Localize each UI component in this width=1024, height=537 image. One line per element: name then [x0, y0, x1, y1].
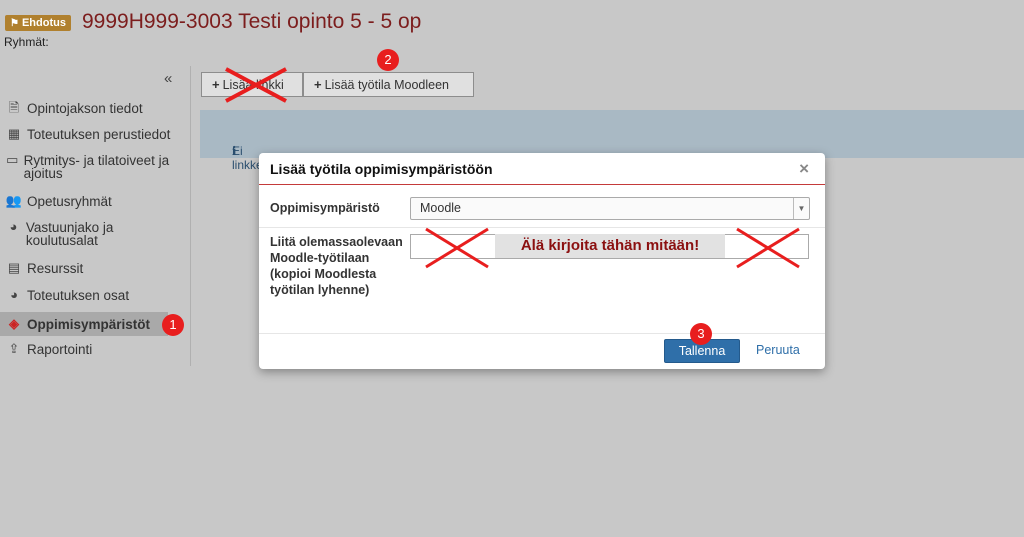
sidebar-item-opetusryhmat[interactable]: 👥 Opetusryhmät [0, 193, 180, 209]
calendar-grid-icon: ▤ [7, 260, 21, 275]
plus-icon: + [212, 77, 220, 92]
cross-out-mark [425, 227, 489, 269]
sidebar-item-toteutuksen-perustiedot[interactable]: ▦ Toteutuksen perustiedot [0, 126, 180, 142]
pie-chart-icon: ◕ [10, 287, 18, 302]
add-moodle-workspace-button[interactable]: + Lisää työtila Moodleen [303, 72, 474, 97]
upload-icon: ⇪ [8, 341, 20, 356]
sidebar-item-resurssit[interactable]: ▤ Resurssit [0, 260, 180, 276]
sidebar-item-oppimisymparistot[interactable]: ◈ Oppimisympäristöt [0, 312, 168, 336]
users-icon: 👥 [5, 193, 23, 208]
collapse-sidebar-icon[interactable]: « [164, 70, 172, 87]
info-alert: ℹ Ei linkkejä [200, 110, 1024, 172]
step-marker-3: 3 [690, 323, 712, 345]
environment-select[interactable]: Moodle ▼ [410, 197, 810, 220]
sidebar-item-raportointi[interactable]: ⇪ Raportointi [0, 341, 180, 357]
document-icon: 🗎 [8, 100, 20, 115]
groups-label: Ryhmät: [4, 35, 49, 49]
dialog-title: Lisää työtila oppimisympäristöön [270, 161, 493, 177]
sidebar-item-opintojakson-tiedot[interactable]: 🗎 Opintojakson tiedot [0, 100, 180, 116]
close-icon[interactable]: × [799, 159, 809, 179]
cube-icon: ◈ [9, 316, 19, 331]
page-title: 9999H999-3003 Testi opinto 5 - 5 op [82, 10, 422, 33]
step-marker-2: 2 [377, 49, 399, 71]
sidebar-item-toteutuksen-osat[interactable]: ◕ Toteutuksen osat [0, 287, 180, 303]
chevron-down-icon: ▼ [793, 198, 809, 219]
warning-note: Älä kirjoita tähän mitään! [495, 234, 725, 258]
status-badge-label: Ehdotus [21, 17, 66, 29]
cancel-button[interactable]: Peruuta [756, 343, 800, 357]
grid-icon: ▦ [7, 126, 21, 141]
plus-icon: + [314, 77, 322, 92]
status-badge: ⚑ Ehdotus [5, 15, 71, 31]
flag-icon: ⚑ [10, 18, 19, 29]
pie-chart-icon: ◕ [9, 219, 18, 234]
cross-out-mark [736, 227, 800, 269]
environment-label: Oppimisympäristö [270, 201, 380, 215]
cross-out-mark [225, 67, 287, 103]
sidebar-item-rytmitys[interactable]: ▭ Rytmitys- ja tilatoiveet ja ajoitus [0, 152, 180, 180]
calendar-icon: ▭ [6, 152, 19, 167]
page-header: ⚑ Ehdotus 9999H999-3003 Testi opinto 5 - … [0, 0, 1024, 60]
dialog-footer-divider [259, 333, 825, 334]
step-marker-1: 1 [162, 314, 184, 336]
sidebar-item-vastuunjako[interactable]: ◕ Vastuunjako ja koulutusalat [0, 219, 180, 247]
add-workspace-dialog: Lisää työtila oppimisympäristöön × Oppim… [259, 153, 825, 369]
attach-workspace-label: Liitä olemassaolevaan Moodle-työtilaan (… [270, 235, 403, 297]
dialog-header: Lisää työtila oppimisympäristöön × [259, 153, 825, 185]
